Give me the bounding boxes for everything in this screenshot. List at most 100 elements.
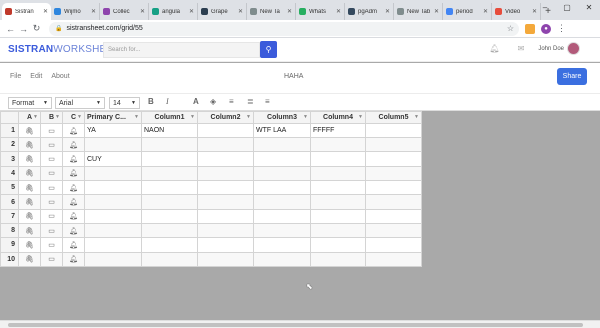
attachment-icon[interactable]: 🖇 [18, 194, 41, 210]
tab-close-icon[interactable]: ✕ [43, 8, 48, 15]
filter-icon[interactable]: ▼ [190, 114, 195, 120]
attachment-icon[interactable]: 🖇 [18, 237, 41, 253]
align-center-icon[interactable]: ≣ [247, 97, 254, 106]
document-title[interactable]: HAHA [284, 73, 303, 80]
tab-close-icon[interactable]: ✕ [91, 8, 96, 15]
grid-cell[interactable] [141, 222, 198, 239]
grid-cell[interactable] [141, 194, 198, 210]
grid-cell[interactable] [197, 151, 254, 167]
column-header[interactable]: Column3 ▼ [253, 111, 311, 124]
grid-cell[interactable] [84, 251, 142, 268]
browser-tab[interactable]: Sistran ✕ [2, 3, 51, 20]
browser-menu-icon[interactable]: ⋮ [557, 23, 566, 34]
row-number[interactable]: 6 [0, 194, 19, 210]
font-size-dropdown[interactable]: 14 ▼ [109, 97, 140, 109]
user-name[interactable]: John Doe [538, 46, 564, 52]
grid-cell[interactable] [253, 237, 311, 253]
row-number[interactable]: 1 [0, 122, 19, 139]
filter-icon[interactable]: ▼ [33, 114, 38, 120]
reminder-bell-icon[interactable]: 🔔︎ [62, 165, 85, 182]
attachment-icon[interactable]: 🖇 [18, 137, 41, 153]
tab-close-icon[interactable]: ✕ [434, 8, 439, 15]
grid-cell[interactable] [141, 251, 198, 268]
grid-cell[interactable] [197, 165, 254, 182]
column-header[interactable]: Column4 ▼ [310, 111, 366, 124]
comment-icon[interactable]: ▭ [40, 122, 63, 139]
filter-icon[interactable]: ▼ [246, 114, 251, 120]
filter-icon[interactable]: ▼ [134, 114, 139, 120]
grid-cell[interactable] [84, 237, 142, 253]
grid-cell[interactable] [197, 194, 254, 210]
tab-close-icon[interactable]: ✕ [238, 8, 243, 15]
fill-color-icon[interactable]: ◈ [210, 97, 216, 106]
grid-cell[interactable]: WTF LAA [253, 122, 311, 139]
comment-icon[interactable]: ▭ [40, 222, 63, 239]
tab-close-icon[interactable]: ✕ [140, 8, 145, 15]
italic-button[interactable]: I [166, 97, 169, 106]
grid-cell[interactable] [365, 251, 422, 268]
comment-icon[interactable]: ▭ [40, 151, 63, 167]
column-header[interactable]: A ▼ [18, 111, 41, 124]
search-button[interactable]: ⚲ [260, 41, 277, 58]
grid-cell[interactable] [365, 165, 422, 182]
tab-close-icon[interactable]: ✕ [287, 8, 292, 15]
attachment-icon[interactable]: 🖇 [18, 180, 41, 196]
grid-cell[interactable] [310, 208, 366, 224]
reminder-bell-icon[interactable]: 🔔︎ [62, 237, 85, 253]
reminder-bell-icon[interactable]: 🔔︎ [62, 137, 85, 153]
grid-cell[interactable] [365, 222, 422, 239]
text-color-button[interactable]: A [193, 97, 199, 106]
grid-cell[interactable] [197, 208, 254, 224]
grid-cell[interactable] [310, 222, 366, 239]
bookmark-star-icon[interactable]: ☆ [507, 24, 514, 33]
attachment-icon[interactable]: 🖇 [18, 151, 41, 167]
row-number[interactable]: 4 [0, 165, 19, 182]
grid-cell[interactable] [197, 222, 254, 239]
menu-file[interactable]: File [10, 73, 21, 80]
attachment-icon[interactable]: 🖇 [18, 251, 41, 268]
reminder-bell-icon[interactable]: 🔔︎ [62, 122, 85, 139]
column-header[interactable]: Column1 ▼ [141, 111, 198, 124]
grid-cell[interactable] [310, 237, 366, 253]
grid-cell[interactable] [365, 194, 422, 210]
minimize-icon[interactable]: – [534, 0, 556, 14]
grid-cell[interactable] [310, 180, 366, 196]
grid-cell[interactable] [197, 137, 254, 153]
search-input[interactable]: Search for... [103, 42, 260, 58]
attachment-icon[interactable]: 🖇 [18, 208, 41, 224]
browser-tab[interactable]: New Ta ✕ [247, 3, 296, 20]
reminder-bell-icon[interactable]: 🔔︎ [62, 251, 85, 268]
grid-cell[interactable] [141, 180, 198, 196]
grid-cell[interactable] [197, 122, 254, 139]
reminder-bell-icon[interactable]: 🔔︎ [62, 180, 85, 196]
grid-cell[interactable] [365, 180, 422, 196]
format-dropdown[interactable]: Format ▼ [8, 97, 52, 109]
share-button[interactable]: Share [557, 68, 587, 85]
tab-close-icon[interactable]: ✕ [385, 8, 390, 15]
column-header[interactable]: B ▼ [40, 111, 63, 124]
grid-cell[interactable] [197, 237, 254, 253]
grid-cell[interactable] [141, 151, 198, 167]
browser-tab[interactable]: Grape ✕ [198, 3, 247, 20]
grid-cell[interactable] [84, 222, 142, 239]
attachment-icon[interactable]: 🖇 [18, 122, 41, 139]
tab-close-icon[interactable]: ✕ [336, 8, 341, 15]
column-header[interactable]: C ▼ [62, 111, 85, 124]
attachment-icon[interactable]: 🖇 [18, 222, 41, 239]
grid-cell[interactable] [253, 194, 311, 210]
grid-cell[interactable]: NAON [141, 122, 198, 139]
grid-cell[interactable] [84, 137, 142, 153]
row-number[interactable]: 5 [0, 180, 19, 196]
avatar[interactable] [567, 42, 580, 55]
grid-cell[interactable] [253, 151, 311, 167]
forward-icon[interactable]: → [17, 24, 30, 34]
row-number[interactable]: 10 [0, 251, 19, 268]
grid-cell[interactable] [310, 165, 366, 182]
comment-icon[interactable]: ▭ [40, 137, 63, 153]
browser-tab[interactable]: pgAdm ✕ [345, 3, 394, 20]
maximize-icon[interactable]: ▢ [556, 0, 578, 14]
grid-cell[interactable] [253, 165, 311, 182]
grid-cell[interactable] [84, 208, 142, 224]
browser-tab[interactable]: Collec ✕ [100, 3, 149, 20]
grid-cell[interactable]: YA [84, 122, 142, 139]
